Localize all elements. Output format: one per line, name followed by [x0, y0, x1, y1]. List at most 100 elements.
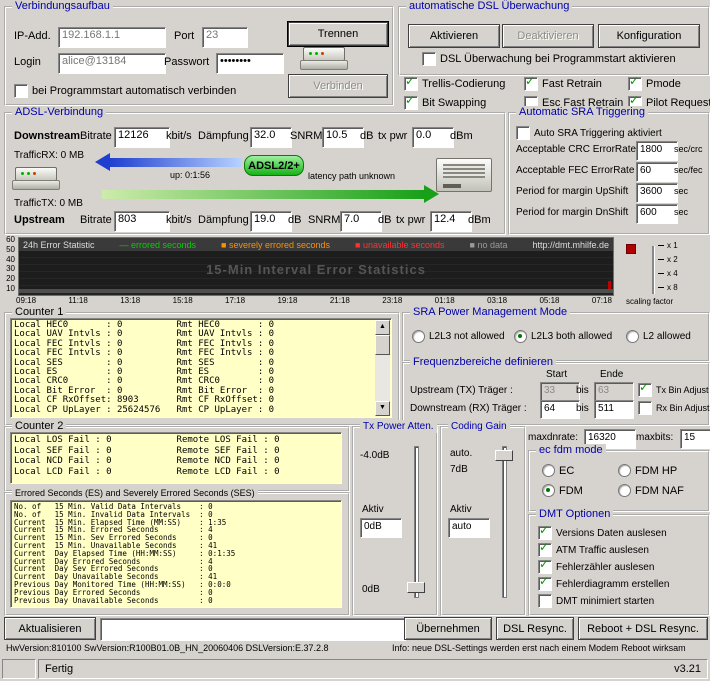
counter2-list[interactable]: Local LOS Fail : 0 Remote LOS Fail : 0 L…: [10, 432, 342, 484]
down-end-field[interactable]: 511: [594, 400, 634, 419]
up-bitrate-field[interactable]: 803: [114, 211, 170, 232]
checkbox-box[interactable]: ✓: [538, 541, 552, 557]
checkbox-box[interactable]: ✓: [538, 524, 552, 540]
slider-track[interactable]: [502, 446, 507, 598]
checkbox-box[interactable]: ✓: [404, 75, 418, 91]
radio-icon[interactable]: [618, 464, 631, 477]
bitswap-checkbox[interactable]: ✓ Bit Swapping: [404, 93, 486, 110]
checkbox-box[interactable]: [538, 594, 552, 608]
radio-selected-icon[interactable]: [542, 484, 555, 497]
radio-label: L2L3 not allowed: [429, 331, 505, 342]
versions-checkbox[interactable]: ✓ Versions Daten auslesen: [538, 524, 667, 540]
connect-button[interactable]: Verbinden: [288, 74, 388, 98]
error-counter-checkbox[interactable]: ✓ Fehlerzähler auslesen: [538, 558, 654, 574]
configuration-button[interactable]: Konfiguration: [598, 24, 700, 48]
down-bitrate-field[interactable]: 12126: [114, 127, 170, 148]
counter1-list[interactable]: Local HEC0 : 0 Rmt HEC0 : 0 Local UAV In…: [10, 318, 392, 418]
tx-bin-adjust-checkbox[interactable]: ✓ Tx Bin Adjust: [638, 381, 709, 397]
atm-traffic-checkbox[interactable]: ✓ ATM Traffic auslesen: [538, 541, 649, 557]
port-field[interactable]: 23: [202, 27, 248, 48]
check-icon: ✓: [405, 93, 416, 107]
up-end-field[interactable]: 63: [594, 382, 634, 401]
refresh-button[interactable]: Aktualisieren: [4, 617, 96, 640]
slider-track[interactable]: [414, 446, 419, 598]
legend-unavailable: ■ unavailable seconds: [355, 239, 445, 250]
scroll-up-icon[interactable]: ▲: [375, 320, 390, 335]
disconnect-button[interactable]: Trennen: [288, 22, 388, 46]
deactivate-button[interactable]: Deaktivieren: [502, 24, 594, 48]
auto-sra-checkbox[interactable]: Auto SRA Triggering aktiviert: [516, 126, 662, 140]
checkbox-box[interactable]: [638, 401, 652, 415]
counter1-scrollbar[interactable]: ▲ ▼: [375, 320, 390, 416]
down-attenuation-field[interactable]: 32.0: [250, 127, 292, 148]
up-attenuation-field[interactable]: 19.0: [250, 211, 292, 232]
traffic-tx-label: TrafficTX: 0 MB: [14, 198, 83, 209]
up-txpwr-field[interactable]: 12.4: [430, 211, 472, 232]
coding-gain-group: Coding Gain auto. 7dB Aktiv auto: [440, 420, 526, 616]
scroll-thumb[interactable]: [375, 335, 390, 355]
radio-fdm[interactable]: FDM: [542, 484, 583, 497]
down-snrm-field[interactable]: 10.5: [322, 127, 364, 148]
connection-group: Verbindungsaufbau IP-Add. 192.168.1.1 Po…: [4, 0, 394, 106]
trellis-checkbox[interactable]: ✓ Trellis-Codierung: [404, 75, 505, 91]
radio-icon[interactable]: [618, 484, 631, 497]
login-field[interactable]: alice@13184: [58, 53, 166, 74]
radio-l2-allowed[interactable]: L2 allowed: [626, 330, 691, 343]
autoconnect-checkbox[interactable]: bei Programmstart automatisch verbinden: [14, 84, 236, 98]
apply-button[interactable]: Übernehmen: [404, 617, 492, 640]
slider-thumb[interactable]: [407, 582, 425, 593]
radio-selected-icon[interactable]: [514, 330, 527, 343]
daempfung-label: Dämpfung: [198, 214, 249, 226]
checkbox-box[interactable]: ✓: [638, 381, 652, 397]
checkbox-box[interactable]: [516, 126, 530, 140]
radio-icon[interactable]: [626, 330, 639, 343]
pmode-checkbox[interactable]: ✓ Pmode: [628, 75, 681, 91]
scaling-slider-track[interactable]: [652, 246, 654, 294]
radio-icon[interactable]: [542, 464, 555, 477]
scaling-slider-thumb[interactable]: [626, 244, 636, 254]
watch-autostart-checkbox[interactable]: DSL Überwachung bei Programmstart aktivi…: [422, 52, 676, 66]
radio-l2l3-both-allowed[interactable]: L2L3 both allowed: [514, 330, 612, 343]
checkbox-box[interactable]: ✓: [538, 558, 552, 574]
ip-field[interactable]: 192.168.1.1: [58, 27, 166, 48]
activate-button[interactable]: Aktivieren: [408, 24, 500, 48]
checkbox-box[interactable]: ✓: [524, 75, 538, 91]
tx-power-value-field[interactable]: 0dB: [360, 518, 402, 538]
radio-label: FDM: [559, 484, 583, 497]
tx-power-slider[interactable]: [406, 446, 426, 598]
error-diagram-checkbox[interactable]: ✓ Fehlerdiagramm erstellen: [538, 575, 669, 591]
checkbox-box[interactable]: ✓: [628, 75, 642, 91]
upshift-period-field[interactable]: 3600: [636, 183, 678, 203]
up-snrm-field[interactable]: 7.0: [340, 211, 382, 232]
down-start-field[interactable]: 64: [540, 400, 580, 419]
up-start-field[interactable]: 33: [540, 382, 580, 401]
checkbox-box[interactable]: [14, 84, 28, 98]
slider-thumb[interactable]: [495, 450, 513, 461]
down-txpwr-field[interactable]: 0.0: [412, 127, 454, 148]
fast-retrain-checkbox[interactable]: ✓ Fast Retrain: [524, 75, 602, 91]
maxbits-field[interactable]: 15: [680, 429, 710, 449]
radio-fdm-hp[interactable]: FDM HP: [618, 464, 677, 477]
checkbox-box[interactable]: [422, 52, 436, 66]
maxbits-label: maxbits:: [636, 432, 674, 443]
fec-errorrate-field[interactable]: 60: [636, 162, 678, 182]
checkbox-box[interactable]: ✓: [404, 93, 418, 110]
radio-l2l3-not-allowed[interactable]: L2L3 not allowed: [412, 330, 505, 343]
errored-seconds-list[interactable]: No. of 15 Min. Valid Data Intervals : 0 …: [10, 500, 342, 608]
dnshift-period-field[interactable]: 600: [636, 204, 678, 224]
radio-ec[interactable]: EC: [542, 464, 574, 477]
scroll-down-icon[interactable]: ▼: [375, 401, 390, 416]
coding-gain-slider[interactable]: [494, 446, 514, 598]
command-input[interactable]: [100, 618, 406, 641]
password-field[interactable]: ••••••••: [216, 53, 284, 74]
reboot-resync-button[interactable]: Reboot + DSL Resync.: [578, 617, 708, 640]
minimized-start-checkbox[interactable]: DMT minimiert starten: [538, 594, 654, 608]
checkbox-box[interactable]: ✓: [538, 575, 552, 591]
radio-icon[interactable]: [412, 330, 425, 343]
scroll-track[interactable]: [375, 355, 390, 401]
crc-errorrate-field[interactable]: 1800: [636, 141, 678, 161]
coding-gain-value-field[interactable]: auto: [448, 518, 490, 538]
rx-bin-adjust-checkbox[interactable]: Rx Bin Adjust: [638, 401, 710, 415]
radio-fdm-naf[interactable]: FDM NAF: [618, 484, 684, 497]
dsl-resync-button[interactable]: DSL Resync.: [496, 617, 574, 640]
